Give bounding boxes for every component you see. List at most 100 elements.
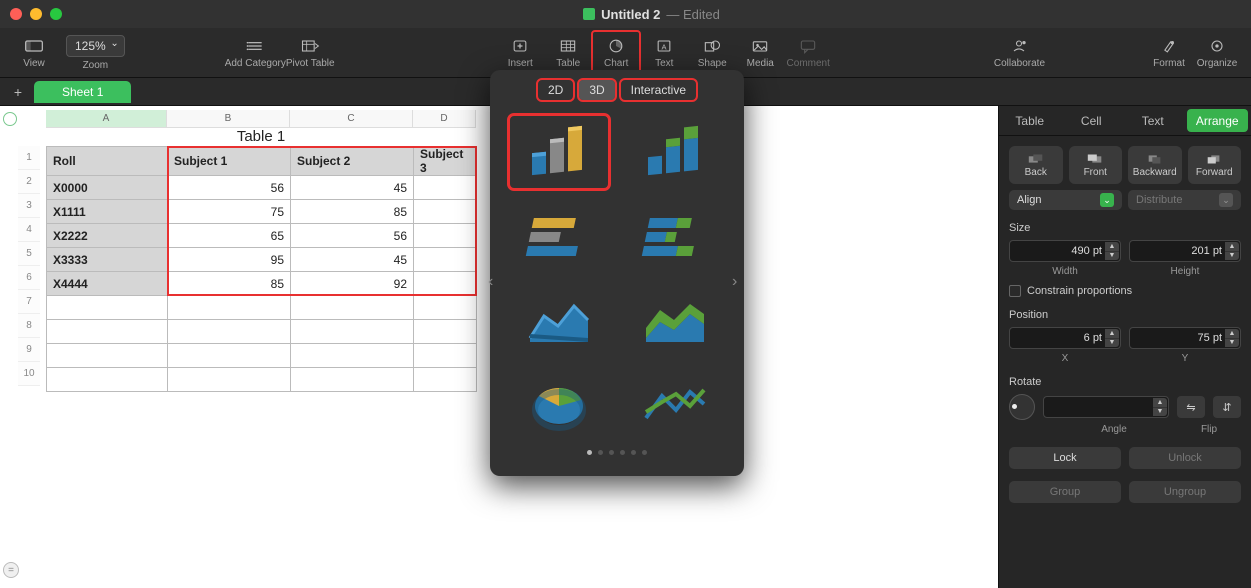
zoom-control[interactable]: 125% Zoom xyxy=(66,35,125,71)
stepper-down-icon[interactable]: ▼ xyxy=(1153,408,1167,417)
select-all-handle[interactable] xyxy=(3,112,17,126)
stepper-up-icon[interactable]: ▲ xyxy=(1153,398,1167,408)
dot-icon[interactable] xyxy=(587,450,592,455)
row-header[interactable]: 1 xyxy=(18,146,40,170)
stepper-down-icon[interactable]: ▼ xyxy=(1105,339,1119,348)
stepper-up-icon[interactable]: ▲ xyxy=(1105,329,1119,339)
cell[interactable] xyxy=(414,344,477,368)
header-cell[interactable]: Roll xyxy=(47,147,168,176)
group-button[interactable]: Group xyxy=(1009,481,1121,503)
stepper-up-icon[interactable]: ▲ xyxy=(1105,242,1119,252)
inspector-tab-table[interactable]: Table xyxy=(999,106,1061,135)
chart-3d-stacked-bar[interactable] xyxy=(626,200,724,272)
cell[interactable] xyxy=(47,344,168,368)
col-header-C[interactable]: C xyxy=(290,110,413,128)
data-table[interactable]: Roll Subject 1 Subject 2 Subject 3 X0000… xyxy=(46,146,477,392)
inspector-tab-text[interactable]: Text xyxy=(1122,106,1184,135)
header-cell[interactable]: Subject 2 xyxy=(291,147,414,176)
header-cell[interactable]: Subject 1 xyxy=(168,147,291,176)
unlock-button[interactable]: Unlock xyxy=(1129,447,1241,469)
row-label[interactable]: X1111 xyxy=(47,200,168,224)
cell[interactable] xyxy=(414,320,477,344)
pivot-table-button[interactable]: Pivot Table xyxy=(286,31,335,75)
cell[interactable]: 92 xyxy=(291,272,414,296)
collaborate-button[interactable]: Collaborate xyxy=(994,31,1045,75)
organize-button[interactable]: Organize xyxy=(1193,31,1241,75)
stepper-down-icon[interactable]: ▼ xyxy=(1225,339,1239,348)
angle-input[interactable]: ▲▼ xyxy=(1043,396,1169,418)
chart-3d-column[interactable] xyxy=(510,116,608,188)
height-input[interactable]: 201 pt▲▼ xyxy=(1129,240,1241,262)
cell[interactable]: 56 xyxy=(291,224,414,248)
cell[interactable]: 45 xyxy=(291,248,414,272)
cell[interactable] xyxy=(414,224,477,248)
close-window-icon[interactable] xyxy=(10,8,22,20)
cell[interactable] xyxy=(47,296,168,320)
media-button[interactable]: Media xyxy=(736,31,784,75)
popover-next-icon[interactable]: › xyxy=(732,273,746,287)
row-header[interactable]: 6 xyxy=(18,266,40,290)
popover-prev-icon[interactable]: ‹ xyxy=(488,273,502,287)
col-header-B[interactable]: B xyxy=(167,110,290,128)
fullscreen-window-icon[interactable] xyxy=(50,8,62,20)
distribute-select[interactable]: Distribute⌄ xyxy=(1128,190,1241,210)
cell[interactable] xyxy=(414,296,477,320)
shape-button[interactable]: Shape xyxy=(688,31,736,75)
cell[interactable] xyxy=(168,368,291,392)
chart-3d-stacked-column[interactable] xyxy=(626,116,724,188)
flip-vertical-button[interactable]: ⇵ xyxy=(1213,396,1241,418)
bring-to-front-button[interactable]: Front xyxy=(1069,146,1123,184)
cell[interactable]: 75 xyxy=(168,200,291,224)
cell[interactable] xyxy=(168,344,291,368)
rotate-dial[interactable] xyxy=(1009,394,1035,420)
flip-horizontal-button[interactable]: ⇋ xyxy=(1177,396,1205,418)
chart-button[interactable]: Chart xyxy=(592,31,640,75)
chart-3d-stacked-area[interactable] xyxy=(626,284,724,356)
cell[interactable]: 85 xyxy=(291,200,414,224)
add-category-button[interactable]: Add Category xyxy=(225,31,286,75)
cell[interactable]: 95 xyxy=(168,248,291,272)
stepper-down-icon[interactable]: ▼ xyxy=(1225,252,1239,261)
cell[interactable]: 85 xyxy=(168,272,291,296)
table-title[interactable]: Table 1 xyxy=(46,128,476,145)
row-label[interactable]: X3333 xyxy=(47,248,168,272)
col-header-A[interactable]: A xyxy=(46,110,167,128)
inspector-tab-arrange[interactable]: Arrange xyxy=(1187,109,1249,132)
chart-tab-3d[interactable]: 3D xyxy=(579,80,614,100)
chart-3d-line[interactable] xyxy=(626,368,724,440)
send-backward-button[interactable]: Backward xyxy=(1128,146,1182,184)
dot-icon[interactable] xyxy=(620,450,625,455)
sheet-tab-1[interactable]: Sheet 1 xyxy=(34,81,131,103)
format-button[interactable]: Format xyxy=(1145,31,1193,75)
cell[interactable] xyxy=(414,248,477,272)
cell[interactable]: 45 xyxy=(291,176,414,200)
row-header[interactable]: 9 xyxy=(18,338,40,362)
chart-tab-2d[interactable]: 2D xyxy=(538,80,573,100)
cell[interactable] xyxy=(47,368,168,392)
row-label[interactable]: X4444 xyxy=(47,272,168,296)
dot-icon[interactable] xyxy=(598,450,603,455)
cell[interactable] xyxy=(291,320,414,344)
width-input[interactable]: 490 pt▲▼ xyxy=(1009,240,1121,262)
bring-forward-button[interactable]: Forward xyxy=(1188,146,1242,184)
row-header[interactable]: 8 xyxy=(18,314,40,338)
cell[interactable]: 65 xyxy=(168,224,291,248)
cell[interactable] xyxy=(414,368,477,392)
text-button[interactable]: A Text xyxy=(640,31,688,75)
stepper-down-icon[interactable]: ▼ xyxy=(1105,252,1119,261)
chart-3d-pie[interactable] xyxy=(510,368,608,440)
cell[interactable] xyxy=(414,200,477,224)
chart-3d-area[interactable] xyxy=(510,284,608,356)
cell[interactable]: 56 xyxy=(168,176,291,200)
ungroup-button[interactable]: Ungroup xyxy=(1129,481,1241,503)
cell[interactable] xyxy=(291,368,414,392)
cell[interactable] xyxy=(47,320,168,344)
row-label[interactable]: X2222 xyxy=(47,224,168,248)
row-header[interactable]: 7 xyxy=(18,290,40,314)
zoom-select[interactable]: 125% xyxy=(66,35,125,57)
row-label[interactable]: X0000 xyxy=(47,176,168,200)
view-button[interactable]: View xyxy=(10,31,58,75)
cell[interactable] xyxy=(291,296,414,320)
row-header[interactable]: 10 xyxy=(18,362,40,386)
row-header[interactable]: 2 xyxy=(18,170,40,194)
